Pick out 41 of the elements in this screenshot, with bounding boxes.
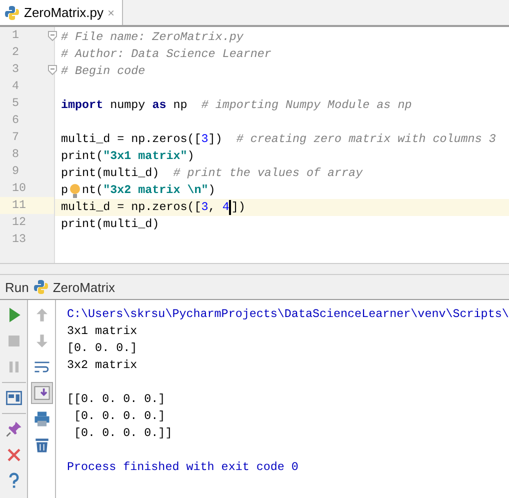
python-icon — [32, 279, 49, 295]
editor-tab[interactable]: ZeroMatrix.py × — [0, 0, 124, 25]
run-config-tab[interactable]: ZeroMatrix — [52, 280, 115, 294]
console-line: Process finished with exit code 0 — [67, 460, 298, 474]
console-line: 3x1 matrix — [67, 324, 138, 338]
fold-marker-icon[interactable] — [48, 31, 57, 41]
text-cursor — [229, 200, 232, 215]
console-line: [[0. 0. 0. 0.] — [67, 392, 166, 406]
code-line: # Begin code — [61, 63, 146, 80]
line-number: 7 — [12, 129, 20, 146]
line-number: 4 — [12, 78, 20, 95]
console-line: C:\Users\skrsu\PycharmProjects\DataScienceLearner\venv\Scripts\ — [67, 307, 509, 321]
code-line: multi_d = np.zeros([3]) # creating zero matrix with columns 3 — [61, 131, 496, 148]
console-line: [0. 0. 0.] — [67, 341, 138, 355]
code-line: print("3x1 matrix") — [61, 148, 194, 165]
console-line: 3x2 matrix — [67, 358, 138, 372]
toolbar-button[interactable] — [30, 382, 52, 404]
console-line: [0. 0. 0. 0.] — [73, 409, 166, 423]
line-number: 8 — [12, 146, 20, 163]
line-number: 10 — [12, 180, 26, 197]
line-number: 1 — [12, 27, 20, 44]
line-number: 13 — [12, 231, 26, 248]
code-line: # File name: ZeroMatrix.py — [61, 29, 244, 46]
code-line: import numpy as np # importing Numpy Module as np — [61, 97, 412, 114]
code-line: p nt("3x2 matrix \n") — [61, 182, 216, 199]
code-line: multi_d = np.zeros([3, 4 ]) — [61, 199, 246, 216]
line-number: 3 — [12, 61, 20, 78]
console-line: [0. 0. 0. 0.]] — [73, 426, 172, 440]
lightbulb-icon[interactable] — [68, 182, 82, 198]
line-number: 5 — [12, 95, 20, 112]
line-number: 2 — [12, 44, 20, 61]
line-number: 9 — [12, 163, 20, 180]
line-number: 6 — [12, 112, 20, 129]
code-line: # Author: Data Science Learner — [61, 46, 272, 63]
fold-marker-icon[interactable] — [48, 65, 57, 75]
run-label: Run — [5, 280, 29, 294]
line-number: 12 — [12, 214, 26, 231]
code-line: print(multi_d) # print the values of array — [61, 165, 363, 182]
code-line: print(multi_d) — [61, 216, 160, 233]
line-number: 11 — [12, 197, 26, 214]
python-file-icon — [4, 4, 20, 20]
